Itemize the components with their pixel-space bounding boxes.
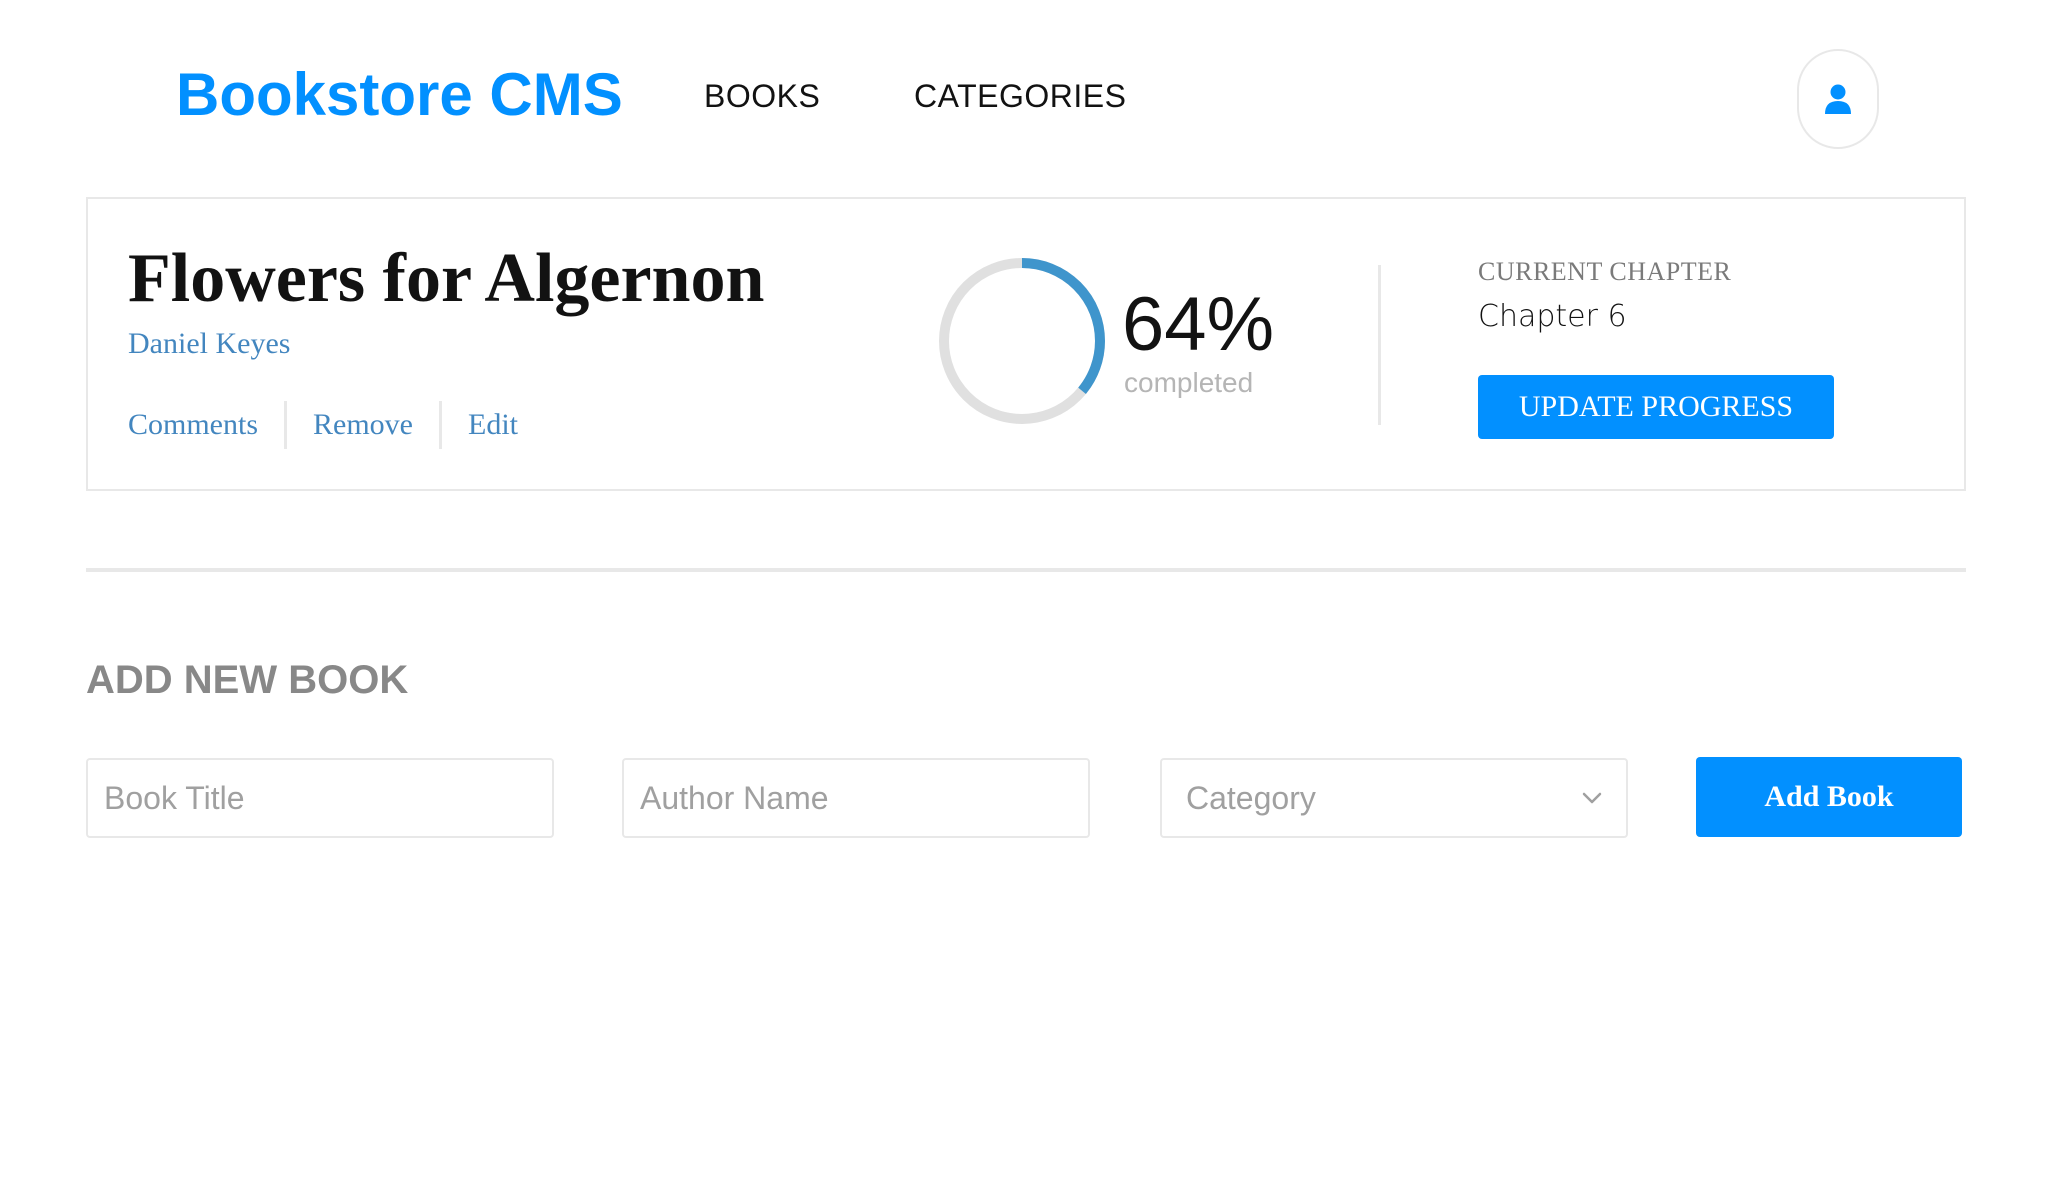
remove-button[interactable]: Remove bbox=[313, 408, 413, 442]
book-card: Flowers for Algernon Daniel Keyes Commen… bbox=[86, 197, 1966, 491]
progress-percent: 64% bbox=[1122, 282, 1275, 367]
add-book-heading: ADD NEW BOOK bbox=[86, 658, 409, 702]
progress-ring bbox=[939, 258, 1105, 424]
edit-button[interactable]: Edit bbox=[468, 408, 518, 442]
completed-label: completed bbox=[1124, 367, 1254, 398]
book-actions: Comments Remove Edit bbox=[128, 401, 518, 449]
user-icon bbox=[1825, 84, 1851, 114]
category-placeholder: Category bbox=[1186, 779, 1316, 816]
chevron-down-icon bbox=[1582, 792, 1602, 804]
category-select[interactable]: Category bbox=[1160, 758, 1628, 838]
current-chapter-label: CURRENT CHAPTER bbox=[1478, 257, 1732, 286]
book-author[interactable]: Daniel Keyes bbox=[128, 327, 290, 361]
brand-title[interactable]: Bookstore CMS bbox=[176, 60, 623, 129]
nav-books[interactable]: BOOKS bbox=[704, 78, 820, 115]
action-divider bbox=[439, 401, 442, 449]
vertical-divider bbox=[1378, 265, 1381, 425]
action-divider bbox=[284, 401, 288, 449]
header: Bookstore CMS BOOKS CATEGORIES bbox=[0, 0, 2048, 200]
book-title: Flowers for Algernon bbox=[128, 240, 765, 317]
comments-button[interactable]: Comments bbox=[128, 408, 258, 442]
current-chapter-value: Chapter 6 bbox=[1478, 299, 1627, 334]
book-title-input[interactable] bbox=[86, 758, 554, 838]
nav-categories[interactable]: CATEGORIES bbox=[914, 78, 1126, 115]
author-name-input[interactable] bbox=[622, 758, 1090, 838]
add-book-button[interactable]: Add Book bbox=[1696, 757, 1962, 837]
update-progress-button[interactable]: UPDATE PROGRESS bbox=[1478, 375, 1834, 439]
section-divider bbox=[86, 568, 1966, 572]
user-button[interactable] bbox=[1797, 49, 1879, 149]
